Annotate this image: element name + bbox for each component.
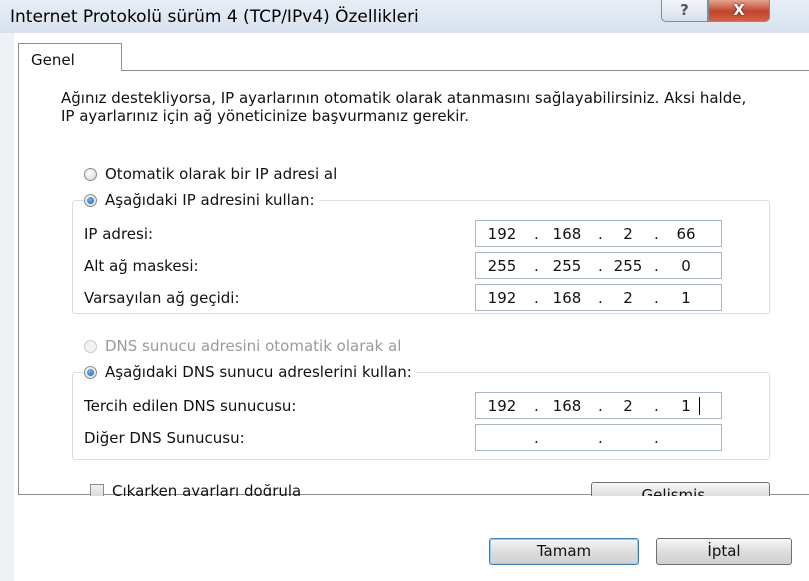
ip-address-octet-1: 192 xyxy=(487,225,517,243)
radio-ip-automatic[interactable]: Otomatik olarak bir IP adresi al xyxy=(84,165,337,183)
radio-dns-manual[interactable]: Aşağıdaki DNS sunucu adreslerini kullan: xyxy=(84,363,416,381)
octet-separator: . xyxy=(534,429,539,447)
octet-separator: . xyxy=(534,289,539,307)
alternate-dns-label: Diğer DNS Sunucusu: xyxy=(84,429,245,447)
help-button[interactable]: ? xyxy=(661,0,708,22)
default-gateway-input[interactable]: 192 . 168 . 2 . 1 xyxy=(475,284,722,311)
octet-separator: . xyxy=(598,225,603,243)
octet-separator: . xyxy=(534,225,539,243)
preferred-dns-label: Tercih edilen DNS sunucusu: xyxy=(84,397,297,415)
radio-dns-automatic[interactable]: DNS sunucu adresini otomatik olarak al xyxy=(84,337,401,355)
window-title: Internet Protokolü sürüm 4 (TCP/IPv4) Öz… xyxy=(10,7,419,27)
close-icon: X xyxy=(733,1,745,19)
octet-separator: . xyxy=(534,397,539,415)
default-gateway-octet-1: 192 xyxy=(487,289,517,307)
radio-dns-manual-label: Aşağıdaki DNS sunucu adreslerini kullan: xyxy=(105,363,412,381)
subnet-mask-label: Alt ağ maskesi: xyxy=(84,257,199,275)
subnet-mask-octet-4: 0 xyxy=(681,257,691,275)
ip-address-label: IP adresi: xyxy=(84,225,154,243)
ok-button[interactable]: Tamam xyxy=(489,538,639,565)
default-gateway-octet-3: 2 xyxy=(623,289,633,307)
radio-ip-automatic-button[interactable] xyxy=(84,167,97,181)
subnet-mask-octet-1: 255 xyxy=(487,257,517,275)
radio-dns-automatic-label: DNS sunucu adresini otomatik olarak al xyxy=(105,337,402,355)
radio-ip-automatic-label: Otomatik olarak bir IP adresi al xyxy=(105,165,338,183)
octet-separator: . xyxy=(598,289,603,307)
ip-address-input[interactable]: 192 . 168 . 2 . 66 xyxy=(475,220,722,247)
tab-general[interactable]: Genel xyxy=(18,43,122,71)
octet-separator: . xyxy=(598,397,603,415)
title-bar[interactable]: Internet Protokolü sürüm 4 (TCP/IPv4) Öz… xyxy=(0,0,809,34)
tab-general-label: Genel xyxy=(31,51,75,69)
ip-address-octet-4: 66 xyxy=(676,225,696,243)
text-cursor xyxy=(699,397,700,415)
ip-address-octet-2: 168 xyxy=(552,225,582,243)
close-button[interactable]: X xyxy=(708,0,770,22)
preferred-dns-octet-3: 2 xyxy=(623,397,633,415)
preferred-dns-octet-2: 168 xyxy=(552,397,582,415)
radio-dns-automatic-button[interactable] xyxy=(84,339,97,353)
octet-separator: . xyxy=(654,397,659,415)
octet-separator: . xyxy=(534,257,539,275)
ip-address-octet-3: 2 xyxy=(623,225,633,243)
default-gateway-label: Varsayılan ağ geçidi: xyxy=(84,289,240,307)
subnet-mask-octet-2: 255 xyxy=(552,257,582,275)
radio-ip-manual[interactable]: Aşağıdaki IP adresini kullan: xyxy=(84,191,319,209)
window-frame xyxy=(0,33,15,581)
octet-separator: . xyxy=(654,257,659,275)
radio-ip-manual-button[interactable] xyxy=(84,193,97,207)
subnet-mask-input[interactable]: 255 . 255 . 255 . 0 xyxy=(475,252,722,279)
octet-separator: . xyxy=(598,257,603,275)
octet-separator: . xyxy=(654,289,659,307)
octet-separator: . xyxy=(654,225,659,243)
octet-separator: . xyxy=(654,429,659,447)
subnet-mask-octet-3: 255 xyxy=(613,257,643,275)
help-icon: ? xyxy=(680,1,689,19)
radio-ip-manual-label: Aşağıdaki IP adresini kullan: xyxy=(105,191,315,209)
default-gateway-octet-4: 1 xyxy=(681,289,691,307)
radio-dns-manual-button[interactable] xyxy=(84,365,97,379)
default-gateway-octet-2: 168 xyxy=(552,289,582,307)
preferred-dns-octet-1: 192 xyxy=(487,397,517,415)
preferred-dns-input[interactable]: 192 . 168 . 2 . 1 xyxy=(475,392,722,419)
octet-separator: . xyxy=(598,429,603,447)
cancel-button[interactable]: İptal xyxy=(656,538,792,565)
intro-text: Ağınız destekliyorsa, IP ayarlarının oto… xyxy=(61,89,747,125)
alternate-dns-input[interactable]: . . . xyxy=(475,424,722,451)
